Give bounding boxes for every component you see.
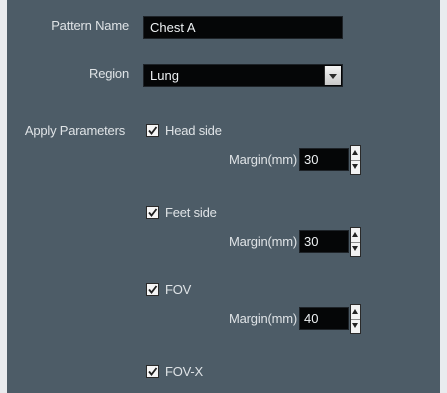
- chevron-down-icon[interactable]: [324, 66, 341, 85]
- head-side-margin-stepper[interactable]: [350, 145, 361, 175]
- fov-margin-stepper[interactable]: [350, 304, 361, 334]
- head-side-label: Head side: [165, 123, 222, 138]
- checkmark-icon: [148, 285, 158, 294]
- checkmark-icon: [148, 126, 158, 135]
- fov-x-label: FOV-X: [165, 364, 204, 379]
- fov-checkbox[interactable]: [146, 283, 159, 296]
- feet-side-margin-input[interactable]: 30: [299, 230, 349, 253]
- checkmark-icon: [148, 208, 158, 217]
- region-select-value: Lung: [150, 68, 179, 83]
- apply-parameters-label: Apply Parameters: [24, 123, 125, 138]
- feet-side-margin-label: Margin(mm): [229, 234, 298, 249]
- fov-margin-label: Margin(mm): [229, 311, 298, 326]
- increment-arrow-icon[interactable]: [351, 305, 360, 320]
- pattern-name-label: Pattern Name: [51, 18, 129, 33]
- feet-side-checkbox[interactable]: [146, 206, 159, 219]
- head-side-margin-label: Margin(mm): [229, 152, 298, 167]
- fov-label: FOV: [165, 282, 192, 297]
- decrement-arrow-icon[interactable]: [351, 242, 360, 256]
- head-side-margin-input[interactable]: 30: [299, 148, 349, 171]
- pattern-settings-panel: Pattern Name Chest A Region Lung Apply P…: [7, 0, 440, 393]
- fov-margin-input[interactable]: 40: [299, 307, 349, 330]
- region-select[interactable]: Lung: [143, 64, 343, 87]
- head-side-checkbox[interactable]: [146, 124, 159, 137]
- feet-side-margin-stepper[interactable]: [350, 227, 361, 257]
- region-label: Region: [89, 66, 129, 81]
- feet-side-label: Feet side: [165, 205, 217, 220]
- decrement-arrow-icon[interactable]: [351, 319, 360, 333]
- fov-x-checkbox[interactable]: [146, 365, 159, 378]
- decrement-arrow-icon[interactable]: [351, 160, 360, 174]
- pattern-name-input[interactable]: Chest A: [143, 16, 343, 39]
- checkmark-icon: [148, 367, 158, 376]
- increment-arrow-icon[interactable]: [351, 146, 360, 161]
- increment-arrow-icon[interactable]: [351, 228, 360, 243]
